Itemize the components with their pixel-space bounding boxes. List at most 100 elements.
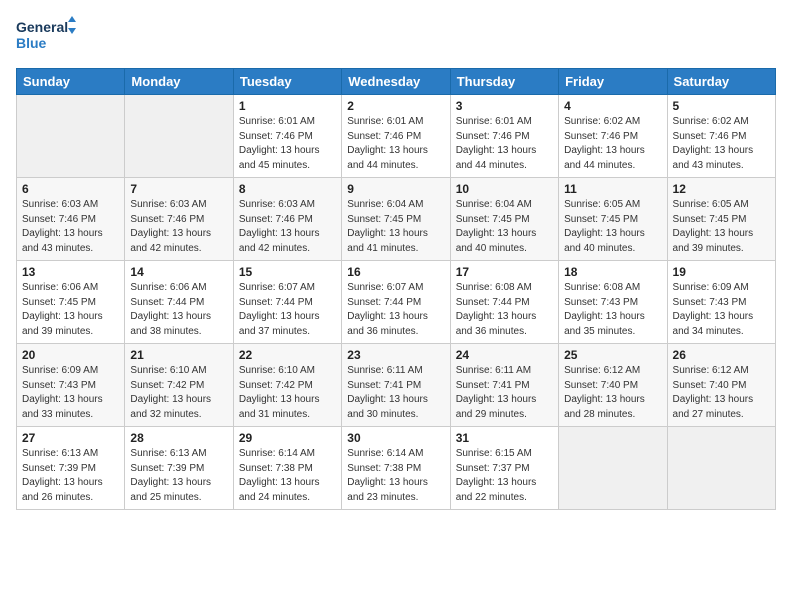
calendar-cell: 9 Sunrise: 6:04 AM Sunset: 7:45 PM Daylig… xyxy=(342,178,450,261)
day-info: Sunrise: 6:11 AM Sunset: 7:41 PM Dayligh… xyxy=(456,364,553,422)
calendar-table: SundayMondayTuesdayWednesdayThursdayFrid… xyxy=(16,68,776,510)
day-info: Sunrise: 6:04 AM Sunset: 7:45 PM Dayligh… xyxy=(456,198,553,256)
calendar-cell: 4 Sunrise: 6:02 AM Sunset: 7:46 PM Daylig… xyxy=(559,95,667,178)
day-number: 21 xyxy=(130,348,227,362)
day-info: Sunrise: 6:15 AM Sunset: 7:37 PM Dayligh… xyxy=(456,447,553,505)
day-info: Sunrise: 6:07 AM Sunset: 7:44 PM Dayligh… xyxy=(239,281,336,339)
calendar-cell: 24 Sunrise: 6:11 AM Sunset: 7:41 PM Dayli… xyxy=(450,344,558,427)
calendar-cell: 20Sunrise: 6:09 AM Sunset: 7:43 PM Dayli… xyxy=(17,344,125,427)
calendar-cell: 8Sunrise: 6:03 AM Sunset: 7:46 PM Daylig… xyxy=(233,178,341,261)
day-number: 18 xyxy=(564,265,661,279)
day-number: 1 xyxy=(239,99,336,113)
day-info: Sunrise: 6:13 AM Sunset: 7:39 PM Dayligh… xyxy=(130,447,227,505)
calendar-cell: 15 Sunrise: 6:07 AM Sunset: 7:44 PM Dayli… xyxy=(233,261,341,344)
day-number: 28 xyxy=(130,431,227,445)
calendar-cell: 2 Sunrise: 6:01 AM Sunset: 7:46 PM Daylig… xyxy=(342,95,450,178)
calendar-cell: 12 Sunrise: 6:05 AM Sunset: 7:45 PM Dayli… xyxy=(667,178,775,261)
day-info: Sunrise: 6:13 AM Sunset: 7:39 PM Dayligh… xyxy=(22,447,119,505)
week-row-3: 13Sunrise: 6:06 AM Sunset: 7:45 PM Dayli… xyxy=(17,261,776,344)
day-number: 30 xyxy=(347,431,444,445)
day-info: Sunrise: 6:11 AM Sunset: 7:41 PM Dayligh… xyxy=(347,364,444,422)
day-number: 12 xyxy=(673,182,770,196)
day-info: Sunrise: 6:05 AM Sunset: 7:45 PM Dayligh… xyxy=(564,198,661,256)
calendar-cell: 29Sunrise: 6:14 AM Sunset: 7:38 PM Dayli… xyxy=(233,427,341,510)
calendar-cell: 10 Sunrise: 6:04 AM Sunset: 7:45 PM Dayli… xyxy=(450,178,558,261)
day-info: Sunrise: 6:07 AM Sunset: 7:44 PM Dayligh… xyxy=(347,281,444,339)
day-number: 23 xyxy=(347,348,444,362)
day-info: Sunrise: 6:01 AM Sunset: 7:46 PM Dayligh… xyxy=(239,115,336,173)
day-number: 17 xyxy=(456,265,553,279)
weekday-header-friday: Friday xyxy=(559,69,667,95)
day-number: 20 xyxy=(22,348,119,362)
calendar-cell: 19 Sunrise: 6:09 AM Sunset: 7:43 PM Dayli… xyxy=(667,261,775,344)
day-info: Sunrise: 6:03 AM Sunset: 7:46 PM Dayligh… xyxy=(130,198,227,256)
calendar-cell: 31 Sunrise: 6:15 AM Sunset: 7:37 PM Dayli… xyxy=(450,427,558,510)
day-number: 9 xyxy=(347,182,444,196)
week-row-1: 1 Sunrise: 6:01 AM Sunset: 7:46 PM Daylig… xyxy=(17,95,776,178)
day-number: 4 xyxy=(564,99,661,113)
day-number: 26 xyxy=(673,348,770,362)
day-info: Sunrise: 6:03 AM Sunset: 7:46 PM Dayligh… xyxy=(239,198,336,256)
svg-text:Blue: Blue xyxy=(16,35,47,51)
day-number: 27 xyxy=(22,431,119,445)
day-number: 11 xyxy=(564,182,661,196)
day-info: Sunrise: 6:02 AM Sunset: 7:46 PM Dayligh… xyxy=(564,115,661,173)
calendar-cell: 21 Sunrise: 6:10 AM Sunset: 7:42 PM Dayli… xyxy=(125,344,233,427)
day-number: 3 xyxy=(456,99,553,113)
day-number: 5 xyxy=(673,99,770,113)
weekday-header-thursday: Thursday xyxy=(450,69,558,95)
day-info: Sunrise: 6:12 AM Sunset: 7:40 PM Dayligh… xyxy=(673,364,770,422)
day-number: 19 xyxy=(673,265,770,279)
day-number: 14 xyxy=(130,265,227,279)
day-number: 2 xyxy=(347,99,444,113)
svg-text:General: General xyxy=(16,19,68,35)
weekday-header-sunday: Sunday xyxy=(17,69,125,95)
calendar-cell: 30 Sunrise: 6:14 AM Sunset: 7:38 PM Dayli… xyxy=(342,427,450,510)
day-info: Sunrise: 6:06 AM Sunset: 7:44 PM Dayligh… xyxy=(130,281,227,339)
calendar-cell: 11 Sunrise: 6:05 AM Sunset: 7:45 PM Dayli… xyxy=(559,178,667,261)
weekday-header-row: SundayMondayTuesdayWednesdayThursdayFrid… xyxy=(17,69,776,95)
day-number: 10 xyxy=(456,182,553,196)
calendar-cell: 14 Sunrise: 6:06 AM Sunset: 7:44 PM Dayli… xyxy=(125,261,233,344)
day-info: Sunrise: 6:05 AM Sunset: 7:45 PM Dayligh… xyxy=(673,198,770,256)
weekday-header-tuesday: Tuesday xyxy=(233,69,341,95)
day-number: 15 xyxy=(239,265,336,279)
day-info: Sunrise: 6:08 AM Sunset: 7:44 PM Dayligh… xyxy=(456,281,553,339)
calendar-cell: 23 Sunrise: 6:11 AM Sunset: 7:41 PM Dayli… xyxy=(342,344,450,427)
weekday-header-saturday: Saturday xyxy=(667,69,775,95)
day-info: Sunrise: 6:10 AM Sunset: 7:42 PM Dayligh… xyxy=(239,364,336,422)
calendar-cell: 25 Sunrise: 6:12 AM Sunset: 7:40 PM Dayli… xyxy=(559,344,667,427)
calendar-cell: 6 Sunrise: 6:03 AM Sunset: 7:46 PM Daylig… xyxy=(17,178,125,261)
calendar-cell: 7 Sunrise: 6:03 AM Sunset: 7:46 PM Daylig… xyxy=(125,178,233,261)
weekday-header-wednesday: Wednesday xyxy=(342,69,450,95)
day-info: Sunrise: 6:01 AM Sunset: 7:46 PM Dayligh… xyxy=(456,115,553,173)
day-info: Sunrise: 6:14 AM Sunset: 7:38 PM Dayligh… xyxy=(239,447,336,505)
page-header: General Blue xyxy=(16,16,776,58)
day-info: Sunrise: 6:14 AM Sunset: 7:38 PM Dayligh… xyxy=(347,447,444,505)
day-number: 6 xyxy=(22,182,119,196)
day-number: 24 xyxy=(456,348,553,362)
day-number: 7 xyxy=(130,182,227,196)
logo: General Blue xyxy=(16,16,76,58)
calendar-cell: 17 Sunrise: 6:08 AM Sunset: 7:44 PM Dayli… xyxy=(450,261,558,344)
day-info: Sunrise: 6:01 AM Sunset: 7:46 PM Dayligh… xyxy=(347,115,444,173)
day-info: Sunrise: 6:03 AM Sunset: 7:46 PM Dayligh… xyxy=(22,198,119,256)
day-info: Sunrise: 6:06 AM Sunset: 7:45 PM Dayligh… xyxy=(22,281,119,339)
day-number: 25 xyxy=(564,348,661,362)
day-info: Sunrise: 6:04 AM Sunset: 7:45 PM Dayligh… xyxy=(347,198,444,256)
calendar-cell: 3 Sunrise: 6:01 AM Sunset: 7:46 PM Daylig… xyxy=(450,95,558,178)
calendar-cell: 5 Sunrise: 6:02 AM Sunset: 7:46 PM Daylig… xyxy=(667,95,775,178)
day-info: Sunrise: 6:10 AM Sunset: 7:42 PM Dayligh… xyxy=(130,364,227,422)
calendar-cell: 26 Sunrise: 6:12 AM Sunset: 7:40 PM Dayli… xyxy=(667,344,775,427)
calendar-cell: 28 Sunrise: 6:13 AM Sunset: 7:39 PM Dayli… xyxy=(125,427,233,510)
calendar-cell xyxy=(17,95,125,178)
calendar-cell: 18Sunrise: 6:08 AM Sunset: 7:43 PM Dayli… xyxy=(559,261,667,344)
week-row-4: 20Sunrise: 6:09 AM Sunset: 7:43 PM Dayli… xyxy=(17,344,776,427)
day-info: Sunrise: 6:02 AM Sunset: 7:46 PM Dayligh… xyxy=(673,115,770,173)
day-info: Sunrise: 6:12 AM Sunset: 7:40 PM Dayligh… xyxy=(564,364,661,422)
day-info: Sunrise: 6:09 AM Sunset: 7:43 PM Dayligh… xyxy=(673,281,770,339)
calendar-cell xyxy=(559,427,667,510)
calendar-cell: 16Sunrise: 6:07 AM Sunset: 7:44 PM Dayli… xyxy=(342,261,450,344)
day-number: 31 xyxy=(456,431,553,445)
calendar-cell: 27 Sunrise: 6:13 AM Sunset: 7:39 PM Dayli… xyxy=(17,427,125,510)
